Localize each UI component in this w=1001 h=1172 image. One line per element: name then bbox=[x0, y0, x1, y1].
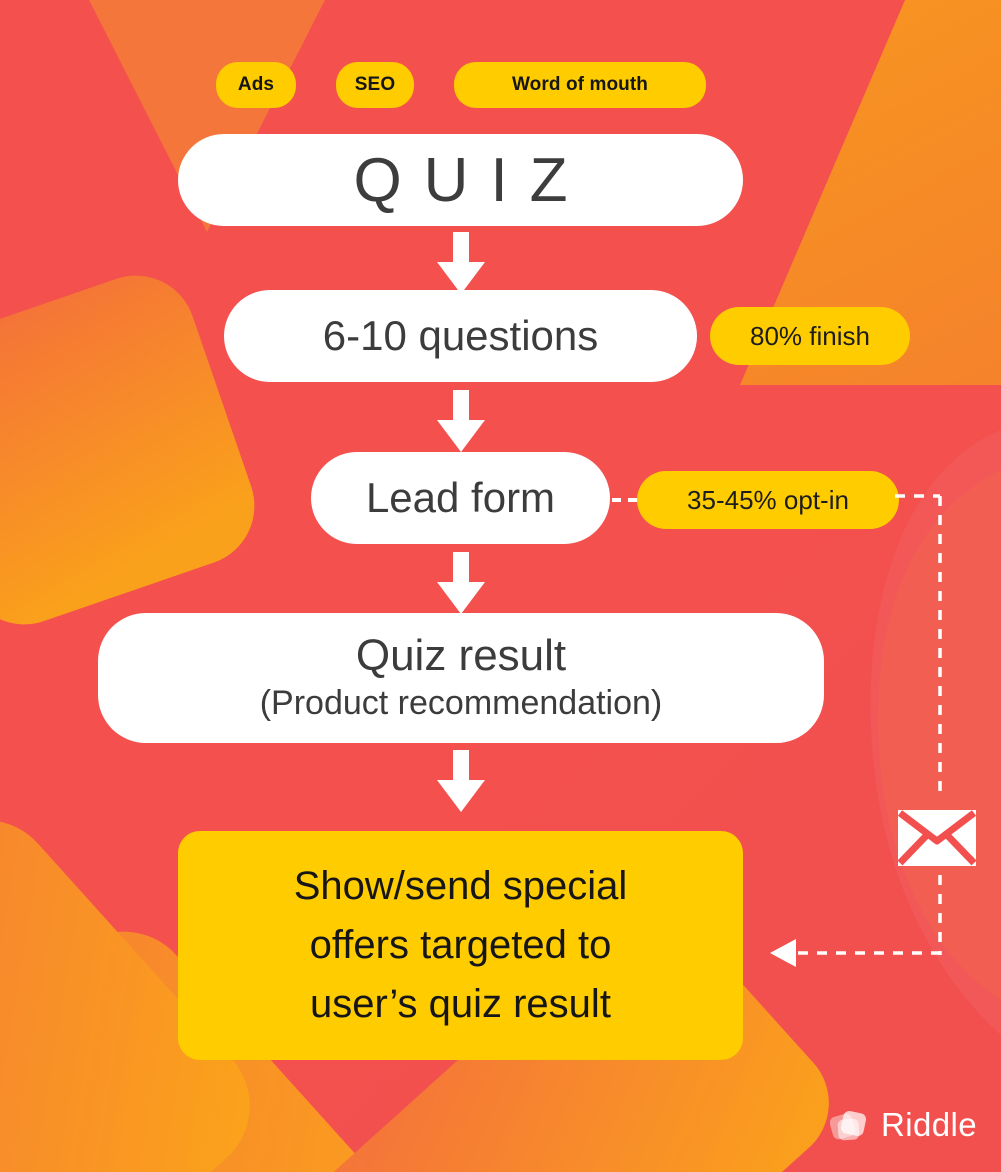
infographic-canvas: Ads SEO Word of mouth QUIZ 6-10 question… bbox=[0, 0, 1001, 1172]
lead-form-label: Lead form bbox=[365, 474, 556, 521]
questions-label: 6-10 questions bbox=[322, 312, 599, 359]
lead-form-badge: 35-45% opt-in bbox=[637, 471, 899, 529]
lead-form-card[interactable]: Lead form bbox=[311, 452, 610, 544]
arrow-left-icon bbox=[770, 939, 942, 967]
offers-card[interactable]: Show/send special offers targeted to use… bbox=[178, 831, 743, 1060]
arrow-down-icon bbox=[437, 232, 485, 294]
email-feedback-path bbox=[895, 494, 942, 955]
lead-form-badge-label: 35-45% opt-in bbox=[687, 484, 849, 515]
flow-diagram: Ads SEO Word of mouth QUIZ 6-10 question… bbox=[0, 0, 1001, 1172]
riddle-logo-mark bbox=[830, 1110, 867, 1141]
arrow-down-icon bbox=[437, 750, 485, 812]
offers-line-3: user’s quiz result bbox=[310, 982, 611, 1027]
offers-line-1: Show/send special bbox=[293, 863, 628, 908]
lead-form-badge-connector bbox=[612, 498, 640, 502]
source-chip-word-of-mouth-label: Word of mouth bbox=[511, 74, 649, 95]
source-chip-ads-label: Ads bbox=[237, 74, 275, 95]
quiz-title: QUIZ bbox=[353, 145, 590, 215]
quiz-result-card[interactable]: Quiz result (Product recommendation) bbox=[98, 613, 824, 743]
quiz-card[interactable]: QUIZ bbox=[178, 134, 743, 226]
quiz-result-subtitle: (Product recommendation) bbox=[259, 684, 663, 723]
riddle-logo[interactable]: Riddle bbox=[830, 1106, 977, 1144]
envelope-icon bbox=[898, 810, 976, 866]
questions-card[interactable]: 6-10 questions bbox=[224, 290, 697, 382]
source-chip-seo-label: SEO bbox=[354, 74, 396, 95]
source-chip-ads[interactable]: Ads bbox=[216, 62, 296, 108]
offers-line-2: offers targeted to bbox=[309, 922, 612, 967]
source-chip-word-of-mouth[interactable]: Word of mouth bbox=[454, 62, 706, 108]
questions-badge-label: 80% finish bbox=[750, 320, 870, 351]
questions-badge: 80% finish bbox=[710, 307, 910, 365]
riddle-logo-text: Riddle bbox=[881, 1106, 977, 1143]
arrow-down-icon bbox=[437, 552, 485, 614]
source-chip-seo[interactable]: SEO bbox=[336, 62, 414, 108]
quiz-result-title: Quiz result bbox=[355, 630, 567, 680]
arrow-down-icon bbox=[437, 390, 485, 452]
